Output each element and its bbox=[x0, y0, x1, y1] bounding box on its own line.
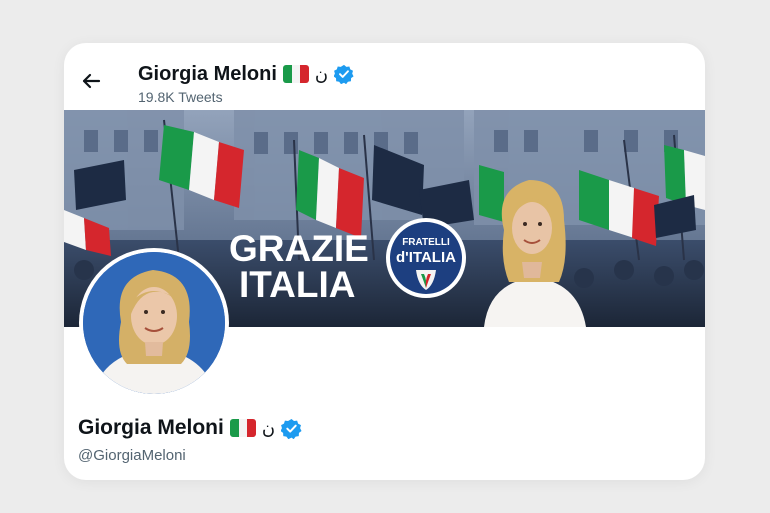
arrow-left-icon bbox=[82, 73, 101, 89]
header-name: Giorgia Meloni bbox=[138, 62, 277, 85]
header-title: Giorgia Meloni ن bbox=[138, 61, 354, 87]
profile-avatar[interactable] bbox=[79, 248, 229, 398]
avatar-image bbox=[83, 252, 225, 394]
italy-flag-icon bbox=[282, 65, 309, 83]
logo-text-1: FRATELLI bbox=[402, 237, 450, 248]
profile-card: Giorgia Meloni ن 19.8K Tweets GRAZIE ITA… bbox=[64, 43, 705, 480]
profile-name-row: Giorgia Meloni ن bbox=[78, 416, 302, 440]
italy-flag-icon bbox=[229, 419, 256, 437]
verified-badge-icon bbox=[334, 64, 354, 84]
back-button[interactable] bbox=[78, 69, 104, 93]
arabic-mark: ن bbox=[261, 417, 276, 439]
profile-name: Giorgia Meloni bbox=[78, 416, 224, 439]
banner-headline-1: GRAZIE bbox=[229, 228, 369, 269]
arabic-mark: ن bbox=[314, 63, 329, 85]
verified-badge-icon bbox=[281, 418, 302, 439]
banner-headline-2: ITALIA bbox=[239, 264, 355, 305]
fratelli-italia-logo: FRATELLI d'ITALIA bbox=[386, 218, 466, 298]
logo-text-2: d'ITALIA bbox=[396, 249, 456, 266]
profile-handle: @GiorgiaMeloni bbox=[78, 447, 186, 464]
tweets-count: 19.8K Tweets bbox=[138, 89, 223, 105]
